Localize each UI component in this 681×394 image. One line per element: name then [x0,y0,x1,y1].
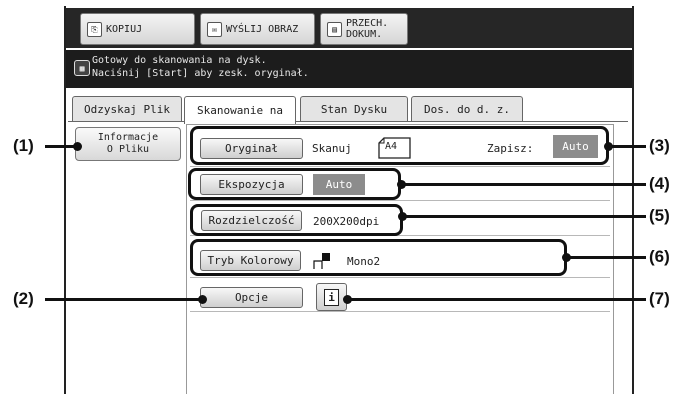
tab-scan-to[interactable]: Skanowanie na [184,96,296,124]
highlight-color-mode-row [190,239,567,276]
copy-mode-label: KOPIUJ [106,23,143,35]
highlight-resolution-row [190,204,403,236]
status-message-line-2: Naciśnij [Start] aby zesk. oryginał. [92,68,309,79]
file-information-button[interactable]: Informacje O Pliku [75,127,181,161]
image-send-mode-label: WYŚLIJ OBRAZ [226,23,299,35]
callout-label-2: (2) [13,289,34,308]
tab-add-to-main-folder[interactable]: Dos. do d. z. [411,96,523,122]
tab-disk-status[interactable]: Stan Dysku [300,96,408,122]
copy-mode-button[interactable]: ⎘ KOPIUJ [80,13,195,45]
tab-label: Skanowanie na [196,104,284,117]
tab-label: Odzyskaj Plik [83,103,171,116]
callout-line-4 [401,183,646,186]
callout-label-6: (6) [649,247,670,266]
document-filing-mode-button[interactable]: ▤ PRZECH. DOKUM. [320,13,408,45]
status-message-line-1: Gotowy do skanowania na dysk. [92,55,267,66]
callout-label-4: (4) [649,174,670,193]
divider [190,166,610,167]
document-filing-icon: ▤ [327,21,342,37]
callout-line-7 [347,298,646,301]
highlight-original-row [190,126,609,165]
options-button-label: Opcje [234,291,269,304]
divider [190,200,610,201]
divider [190,277,610,278]
divider [190,311,610,312]
callout-dot-2 [198,295,207,304]
callout-line-5 [402,215,646,218]
callout-label-5: (5) [649,206,670,225]
highlight-exposure-row [188,168,401,200]
options-button[interactable]: Opcje [200,287,303,308]
callout-label-7: (7) [649,289,670,308]
tab-label: Stan Dysku [320,103,388,116]
tab-label: Dos. do d. z. [423,103,511,116]
callout-dot-1 [73,142,82,151]
image-send-mode-button[interactable]: ✉ WYŚLIJ OBRAZ [200,13,315,45]
status-message-bar: ▩ Gotowy do skanowania na dysk. Naciśnij… [66,50,632,88]
callout-line-2 [45,298,202,301]
scanner-status-icon: ▩ [74,60,90,76]
callout-label-3: (3) [649,136,670,155]
tab-retrieve-file[interactable]: Odzyskaj Plik [72,96,182,122]
callout-line-3 [608,145,646,148]
document-filing-mode-label: PRZECH. DOKUM. [346,18,389,40]
callout-line-6 [566,256,646,259]
copier-icon: ⎘ [87,21,102,37]
send-image-icon: ✉ [207,21,222,37]
info-icon: i [324,288,339,306]
callout-label-1: (1) [13,136,34,155]
